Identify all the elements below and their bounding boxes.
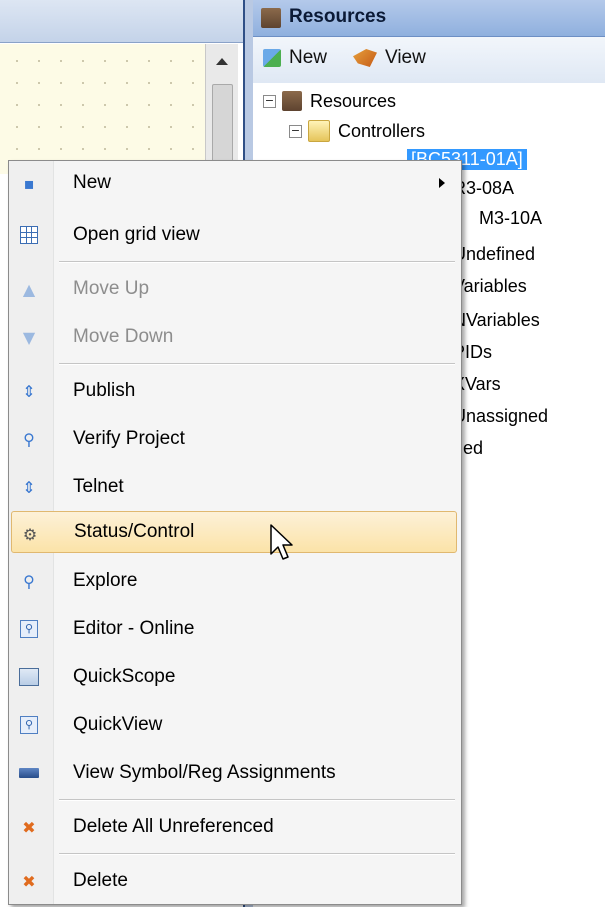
tree-item-controllers[interactable]: − Controllers (289, 118, 425, 144)
menu-item-label: Move Down (73, 326, 174, 347)
editor-header (0, 0, 245, 43)
menu-item-label: Move Up (73, 278, 150, 299)
view-icon (353, 49, 377, 67)
menu-item-delete[interactable]: ✖ Delete (11, 859, 457, 903)
menu-item-label: View Symbol/Reg Assignments (73, 762, 336, 783)
arrow-down-icon: ▼ (22, 327, 36, 347)
menu-item-publish[interactable]: ⇕ Publish (11, 369, 457, 413)
menu-item-view-symbol-reg-assignments[interactable]: View Symbol/Reg Assignments (11, 751, 457, 795)
toolbar-new-label: New (289, 47, 328, 68)
menu-item-label: Explore (73, 570, 138, 591)
menu-separator (59, 799, 455, 801)
resources-toolbar: New View (253, 37, 605, 83)
delete-x-icon: ✖ (22, 817, 36, 837)
toolbar-new-button[interactable]: New (263, 47, 327, 69)
menu-item-delete-all-unreferenced[interactable]: ✖ Delete All Unreferenced (11, 805, 457, 849)
resources-icon (282, 91, 302, 111)
tree-item-partial[interactable]: Unassigned (453, 406, 548, 427)
menu-item-open-grid-view[interactable]: Open grid view (11, 213, 457, 257)
tree-item-partial[interactable]: Variables (453, 276, 527, 297)
menu-item-label: Publish (73, 380, 136, 401)
tree-item-partial[interactable]: M3-10A (479, 208, 542, 229)
menu-item-label: Editor - Online (73, 618, 195, 639)
menu-item-move-down[interactable]: ▼ Move Down (11, 315, 457, 359)
new-icon: ▪ (23, 173, 35, 193)
gear-icon: ⚙ (22, 524, 38, 544)
menu-item-editor-online[interactable]: ⚲ Editor - Online (11, 607, 457, 651)
menu-item-verify-project[interactable]: ⚲ Verify Project (11, 417, 457, 461)
grid-icon (19, 225, 39, 245)
tree-item-resources[interactable]: − Resources (263, 88, 396, 114)
menu-item-label: Delete (73, 870, 128, 891)
menu-item-label: Verify Project (73, 428, 185, 449)
tree-item-partial[interactable]: NVariables (453, 310, 540, 331)
new-icon (263, 49, 281, 67)
tree-label: Resources (310, 90, 397, 111)
tree-label: Controllers (338, 120, 426, 141)
vertical-scrollbar[interactable] (205, 44, 238, 176)
submenu-arrow-icon (439, 178, 445, 188)
context-menu: ▪ New Open grid view ▲ Move Up ▼ Move Do… (8, 160, 462, 905)
tree-item-partial[interactable]: R3-08A (453, 178, 514, 199)
zoom-box-icon: ⚲ (19, 715, 39, 735)
scope-icon (19, 667, 39, 687)
telnet-icon: ⇕ (22, 477, 36, 497)
menu-item-label: QuickScope (73, 666, 176, 687)
menu-item-label: Telnet (73, 476, 124, 497)
zoom-box-icon: ⚲ (19, 619, 39, 639)
menu-item-quickscope[interactable]: QuickScope (11, 655, 457, 699)
menu-item-explore[interactable]: ⚲ Explore (11, 559, 457, 603)
menu-separator (59, 261, 455, 263)
menu-item-status-control[interactable]: ⚙ Status/Control (11, 511, 457, 553)
collapse-icon[interactable]: − (263, 94, 276, 108)
menu-item-quickview[interactable]: ⚲ QuickView (11, 703, 457, 747)
folder-icon (308, 120, 330, 142)
editor-canvas[interactable] (0, 44, 205, 174)
mouse-pointer-icon (270, 524, 293, 560)
menu-item-label: Status/Control (74, 521, 195, 542)
magnifier-icon: ⚲ (23, 571, 35, 591)
tree-item-partial[interactable]: Undefined (453, 244, 535, 265)
menu-item-label: QuickView (73, 714, 163, 735)
menu-separator (59, 853, 455, 855)
publish-icon: ⇕ (22, 381, 36, 401)
collapse-icon[interactable]: − (289, 124, 302, 138)
menu-separator (59, 363, 455, 365)
menu-item-move-up[interactable]: ▲ Move Up (11, 267, 457, 311)
arrow-up-icon: ▲ (22, 279, 36, 299)
menu-item-label: Delete All Unreferenced (73, 816, 274, 837)
scroll-up-icon[interactable] (216, 58, 228, 65)
menu-item-new[interactable]: ▪ New (11, 161, 457, 205)
menu-item-label: New (73, 172, 112, 193)
menu-item-telnet[interactable]: ⇕ Telnet (11, 465, 457, 509)
magnifier-icon: ⚲ (23, 429, 35, 449)
panel-title: Resources (289, 6, 387, 27)
delete-x-icon: ✖ (22, 871, 36, 891)
resources-header: Resources (253, 0, 605, 37)
card-icon (19, 763, 39, 783)
toolbar-view-button[interactable]: View (353, 47, 426, 69)
resources-icon (261, 8, 281, 28)
menu-item-label: Open grid view (73, 224, 200, 245)
toolbar-view-label: View (385, 47, 426, 68)
